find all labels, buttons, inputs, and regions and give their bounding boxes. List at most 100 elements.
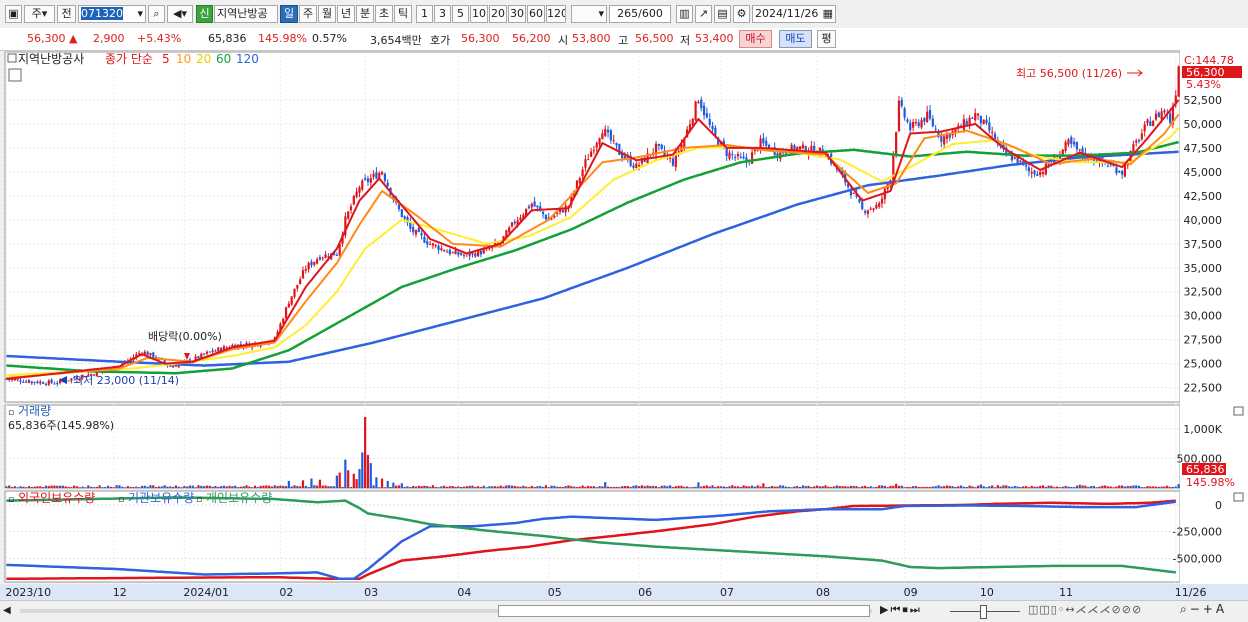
candle-body	[920, 120, 923, 128]
save-icon[interactable]: ▤	[714, 5, 731, 23]
sell-button[interactable]: 매도	[779, 30, 812, 48]
volume-bar	[892, 485, 895, 488]
volume-bar	[462, 486, 466, 488]
candle-body	[361, 180, 364, 190]
candle-body	[1039, 171, 1042, 175]
volume-bar	[1050, 485, 1053, 488]
candle-body	[321, 257, 324, 259]
price-tick-label: 25,000	[1184, 358, 1223, 371]
candle-body	[1036, 173, 1039, 176]
volume-bar	[1047, 485, 1050, 488]
volume-bar	[640, 485, 644, 488]
playback-icons[interactable]: ▶⏮⏹⏭	[880, 603, 922, 617]
volume-bar	[191, 485, 194, 488]
volume-bar	[957, 486, 960, 488]
speaker-icon[interactable]: ◀▾	[167, 5, 193, 23]
volume-bar	[1120, 485, 1124, 488]
volume-bar	[779, 485, 782, 488]
volume-bar	[143, 485, 146, 488]
volume-bar	[296, 485, 299, 488]
range-button-60[interactable]: 60	[527, 5, 545, 23]
scroll-left-icon[interactable]: ◀	[3, 604, 17, 618]
volume-bar	[208, 485, 211, 488]
period-button-5[interactable]: 초	[375, 5, 393, 23]
period-button-6[interactable]: 틱	[394, 5, 412, 23]
volume-bar	[649, 486, 652, 488]
volume-bar	[750, 485, 754, 488]
volume-bar	[129, 486, 132, 488]
candle-body	[412, 227, 415, 233]
volume-bar	[1112, 487, 1115, 488]
drawing-tool-icons[interactable]: ◫◫▯◦↔⋌⋌⋌⊘⊘⊘	[1028, 603, 1142, 616]
candle-body	[988, 122, 991, 131]
volume-bar	[612, 486, 615, 488]
volume-bar	[112, 487, 115, 488]
volume-bar	[999, 486, 1002, 488]
candle-body	[56, 383, 59, 385]
period-type-select[interactable]: 주▾	[24, 5, 55, 23]
scroll-thumb[interactable]	[498, 605, 870, 617]
turnover: 0.57%	[312, 32, 347, 45]
count-field[interactable]: 265/600	[609, 5, 671, 23]
volume-bar	[694, 486, 697, 488]
range-button-3[interactable]: 3	[434, 5, 451, 23]
volume-bar	[330, 486, 333, 488]
volume-bar	[8, 485, 11, 488]
candle-body	[146, 351, 149, 356]
volume-bar	[832, 486, 836, 488]
volume-bar	[496, 486, 499, 488]
stock-code-input[interactable]: 071320 ▾	[78, 5, 146, 23]
range-dropdown[interactable]: ▾	[571, 5, 607, 23]
range-button-5[interactable]: 5	[452, 5, 469, 23]
window-icon[interactable]: ▣	[5, 5, 22, 23]
prev-button[interactable]: 전	[57, 5, 76, 23]
zoom-icons[interactable]: ⌕−+A	[1180, 602, 1227, 617]
candle-body	[53, 383, 56, 385]
volume-info: 65,836주(145.98%)	[8, 419, 114, 432]
candle-body	[355, 191, 358, 197]
candle-body	[612, 140, 615, 142]
stock-name[interactable]: 지역난방공	[214, 5, 278, 23]
volume-bar	[759, 486, 762, 488]
candle-body	[1137, 139, 1141, 142]
period-button-3[interactable]: 년	[337, 5, 355, 23]
date-value: 2024/11/26	[755, 7, 819, 20]
volume-bar	[324, 485, 327, 488]
avg-button[interactable]: 평	[817, 30, 836, 48]
gear-icon[interactable]: ⚙	[733, 5, 750, 23]
volume-bar	[1089, 486, 1093, 488]
volume-bar	[327, 486, 330, 488]
volume-bar	[1019, 486, 1022, 488]
candle-body	[211, 350, 214, 352]
range-button-1[interactable]: 1	[416, 5, 433, 23]
search-icon[interactable]: ⌕	[148, 5, 165, 23]
volume-bar	[372, 485, 375, 488]
volume-bar	[445, 486, 449, 488]
volume-bar	[652, 485, 655, 488]
volume-bar	[499, 485, 502, 488]
volume-bar	[67, 486, 70, 488]
volume-bar	[573, 486, 576, 488]
volume-bar	[1058, 487, 1062, 488]
draw-icon[interactable]: ↗	[695, 5, 712, 23]
candle-body	[900, 99, 903, 107]
period-button-0[interactable]: 일	[280, 5, 298, 23]
candle-body	[725, 148, 728, 157]
period-button-4[interactable]: 분	[356, 5, 374, 23]
volume-bar	[310, 478, 313, 488]
volume-bar	[680, 485, 683, 488]
range-button-20[interactable]: 20	[489, 5, 507, 23]
range-button-120[interactable]: 120	[546, 5, 566, 23]
candle-icon[interactable]: ▥	[676, 5, 693, 23]
volume-bar	[375, 477, 378, 488]
zoom-slider-handle[interactable]	[980, 605, 987, 619]
period-button-1[interactable]: 주	[299, 5, 317, 23]
period-button-2[interactable]: 월	[318, 5, 336, 23]
volume-bar	[219, 486, 223, 488]
date-field[interactable]: 2024/11/26 ▦	[752, 5, 836, 23]
range-button-30[interactable]: 30	[508, 5, 526, 23]
candle-body	[705, 113, 708, 118]
buy-button[interactable]: 매수	[739, 30, 772, 48]
range-button-10[interactable]: 10	[470, 5, 488, 23]
volume: 65,836	[208, 32, 247, 45]
